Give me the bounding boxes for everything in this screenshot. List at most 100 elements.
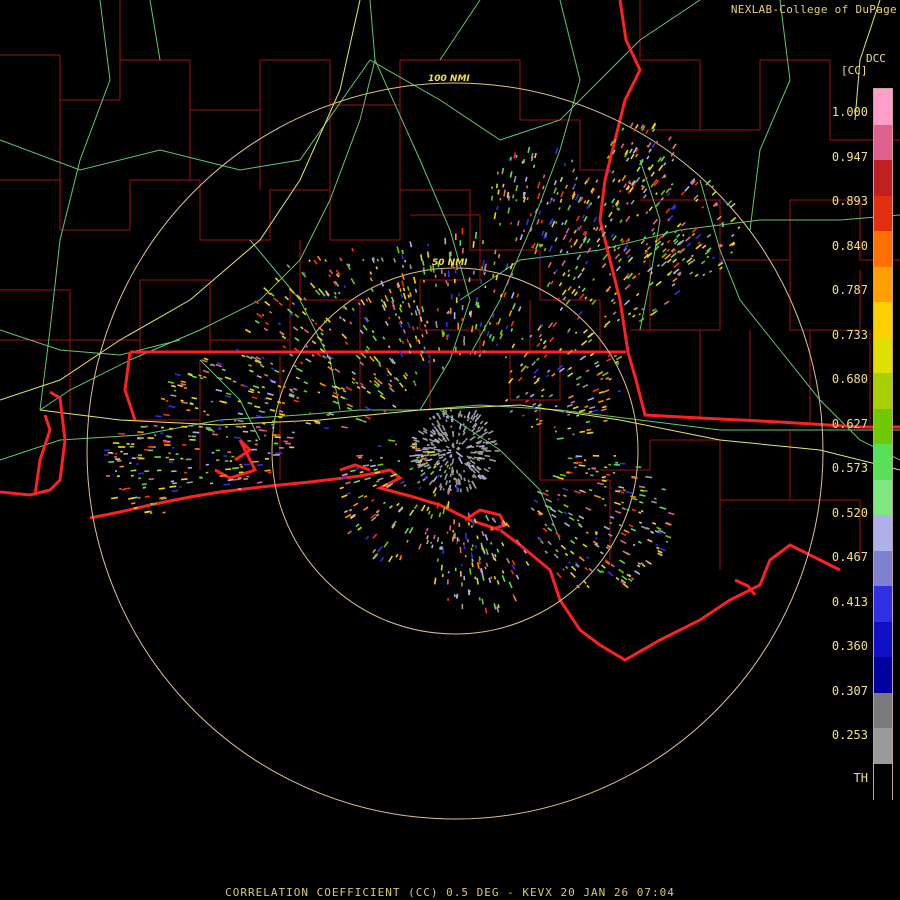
- radar-echo-gate: [264, 373, 269, 377]
- radar-echo-gate: [586, 556, 590, 560]
- radar-echo-gate: [581, 214, 586, 219]
- radar-echo-gate: [563, 511, 568, 515]
- radar-echo-gate: [645, 475, 653, 479]
- radar-echo-gate: [442, 457, 447, 462]
- radar-echo-gate: [510, 292, 515, 299]
- radar-echo-gate: [436, 558, 439, 562]
- radar-echo-gate: [324, 258, 328, 263]
- radar-echo-gate: [277, 415, 283, 419]
- radar-echo-gate: [563, 494, 567, 498]
- radar-echo-gate: [181, 401, 188, 405]
- radar-echo-gate: [174, 373, 181, 377]
- radar-echo-gate: [540, 200, 543, 203]
- radar-echo-gate: [660, 260, 668, 267]
- radar-echo-gate: [621, 239, 625, 244]
- radar-echo-gate: [424, 324, 427, 328]
- radar-echo-gate: [359, 470, 364, 474]
- radar-echo-gate: [428, 479, 434, 486]
- radar-echo-gate: [421, 306, 425, 313]
- radar-echo-gate: [522, 365, 528, 370]
- radar-echo-gate: [436, 412, 442, 420]
- radar-echo-gate: [589, 405, 596, 410]
- radar-echo-gate: [562, 234, 567, 241]
- radar-echo-gate: [465, 486, 469, 492]
- radar-echo-gate: [430, 441, 434, 445]
- radar-echo-gate: [611, 198, 616, 204]
- radar-echo-gate: [559, 198, 563, 203]
- radar-echo-gate: [668, 511, 675, 516]
- radar-echo-gate: [371, 330, 375, 334]
- radar-echo-gate: [476, 535, 479, 540]
- radar-echo-gate: [475, 445, 479, 448]
- radar-echo-gate: [338, 315, 343, 320]
- radar-echo-gate: [353, 479, 361, 484]
- radar-echo-gate: [424, 459, 428, 462]
- radar-echo-gate: [425, 527, 429, 532]
- radar-echo-gate: [612, 235, 617, 241]
- radar-echo-gate: [630, 141, 634, 146]
- radar-echo-gate: [476, 562, 480, 569]
- radar-echo-gate: [672, 143, 677, 150]
- radar-echo-gate: [255, 356, 262, 361]
- radar-echo-gate: [549, 507, 557, 513]
- radar-echo-gate: [569, 550, 575, 555]
- radar-echo-gate: [372, 484, 377, 488]
- radar-echo-gate: [286, 436, 294, 439]
- radar-echo-gate: [349, 321, 353, 325]
- radar-echo-gate: [640, 562, 644, 566]
- radar-echo-gate: [171, 489, 179, 493]
- radar-echo-gate: [308, 412, 314, 415]
- radar-echo-gate: [607, 533, 613, 537]
- radar-echo-gate: [548, 506, 553, 509]
- radar-echo-gate: [566, 250, 569, 254]
- radar-echo-gate: [562, 487, 569, 491]
- radar-echo-gate: [426, 506, 430, 512]
- radar-echo-gate: [607, 245, 611, 249]
- radar-echo-gate: [392, 404, 397, 409]
- radar-echo-gate: [625, 157, 630, 162]
- radar-echo-gate: [221, 368, 226, 372]
- radar-echo-gate: [559, 473, 566, 477]
- radar-echo-gate: [311, 354, 315, 357]
- radar-echo-gate: [526, 197, 529, 201]
- radar-echo-gate: [394, 313, 398, 316]
- radar-echo-gate: [398, 382, 404, 388]
- radar-echo-gate: [278, 301, 283, 307]
- radar-echo-gate: [416, 326, 419, 330]
- radar-echo-gate: [597, 195, 601, 199]
- radar-echo-gate: [291, 420, 296, 423]
- radar-echo-gate: [613, 463, 621, 466]
- radar-echo-gate: [496, 579, 500, 585]
- radar-echo-gate: [645, 559, 649, 563]
- radar-echo-gate: [532, 164, 536, 169]
- radar-echo-gate: [593, 361, 599, 365]
- radar-echo-gate: [418, 486, 422, 490]
- radar-echo-gate: [519, 234, 523, 241]
- radar-echo-gate: [582, 329, 588, 334]
- radar-echo-gate: [583, 491, 587, 494]
- radar-echo-gate: [303, 328, 310, 334]
- radar-echo-gate: [487, 437, 491, 441]
- radar-echo-gate: [587, 397, 595, 402]
- radar-echo-gate: [609, 515, 615, 519]
- radar-echo-gate: [701, 244, 707, 249]
- radar-echo-gate: [282, 345, 287, 349]
- radar-echo-gate: [537, 408, 542, 412]
- radar-echo-gate: [404, 388, 407, 392]
- radar-echo-gate: [665, 253, 672, 259]
- radar-echo-gate: [469, 420, 472, 424]
- radar-echo-gate: [619, 559, 626, 565]
- radar-echo-gate: [433, 534, 436, 540]
- radar-echo-gate: [360, 299, 366, 306]
- radar-echo-gate: [527, 146, 531, 153]
- radar-echo-gate: [660, 155, 666, 162]
- radar-echo-gate: [491, 517, 495, 521]
- radar-echo-gate: [700, 260, 706, 265]
- radar-echo-gate: [544, 550, 548, 554]
- radar-echo-gate: [376, 359, 382, 365]
- radar-echo-gate: [337, 291, 341, 295]
- radar-echo-gate: [666, 239, 671, 244]
- radar-echo-gate: [621, 174, 627, 182]
- radar-map: [0, 0, 900, 820]
- radar-echo-gate: [475, 429, 480, 434]
